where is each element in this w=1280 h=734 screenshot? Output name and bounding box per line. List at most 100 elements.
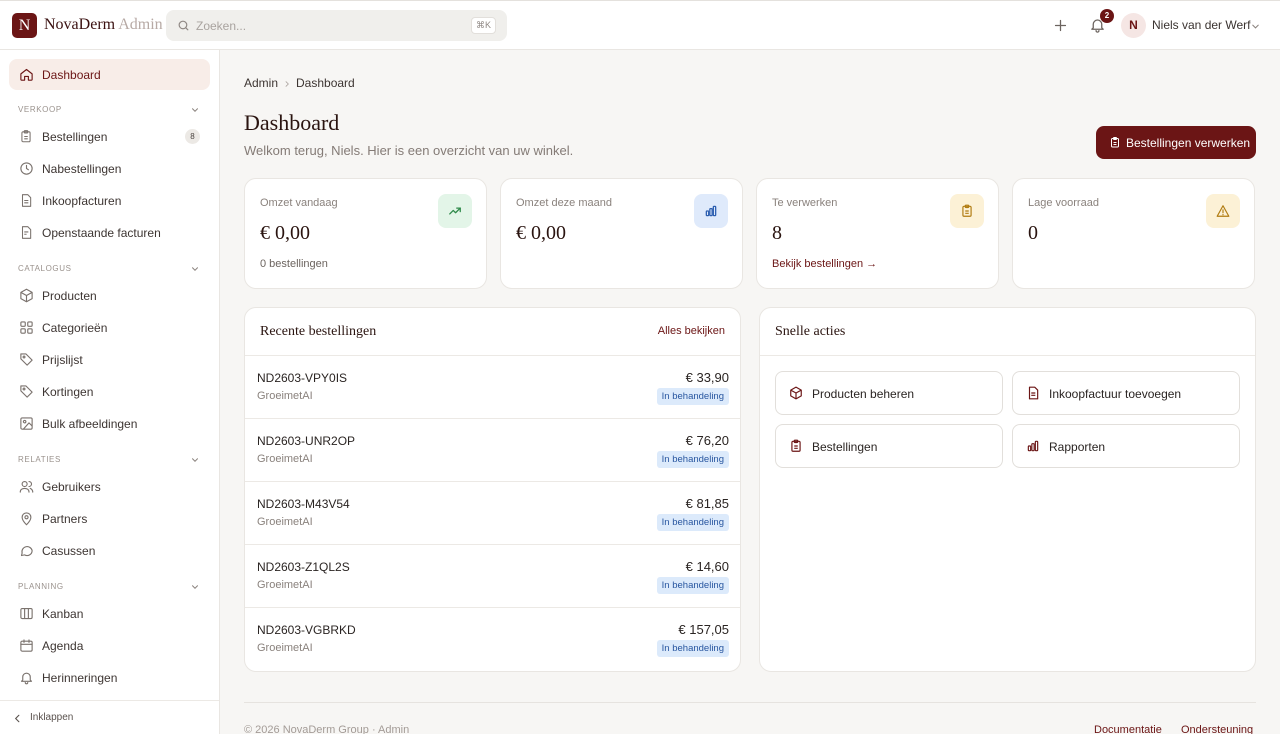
- section-heading-relaties: RELATIES: [18, 455, 61, 464]
- tag-icon: [19, 352, 34, 367]
- stat-card-revenue-month: Omzet deze maand € 0,00: [500, 178, 743, 289]
- add-icon[interactable]: [1052, 17, 1069, 34]
- order-amount: € 157,05: [678, 622, 729, 637]
- order-id[interactable]: ND2603-VPY0IS: [257, 371, 347, 385]
- panel-title: Recente bestellingen: [260, 324, 377, 339]
- sidebar-item-kanban[interactable]: Kanban: [9, 598, 210, 629]
- chevron-down-icon[interactable]: [190, 105, 200, 115]
- collapse-sidebar-button[interactable]: Inklappen: [30, 712, 73, 723]
- reports-button[interactable]: Rapporten: [1012, 424, 1240, 468]
- chevron-left-icon[interactable]: [12, 713, 23, 724]
- sidebar-item-label: Openstaande facturen: [42, 226, 161, 240]
- sidebar-item-categorieen[interactable]: Categorieën: [9, 312, 210, 343]
- invoice-icon: [19, 225, 33, 240]
- panel-header: Recente bestellingen Alles bekijken: [245, 308, 740, 356]
- documentation-link[interactable]: Documentatie: [1094, 724, 1162, 734]
- button-label: Bestellingen verwerken: [1126, 136, 1251, 150]
- search-shortcut-badge: ⌘K: [470, 17, 496, 34]
- sidebar-item-agenda[interactable]: Agenda: [9, 630, 210, 661]
- breadcrumb-dashboard: Dashboard: [296, 76, 355, 90]
- sidebar-item-casussen[interactable]: Casussen: [9, 535, 210, 566]
- table-row[interactable]: ND2603-Z1QL2S GroeimetAI € 14,60 In beha…: [245, 545, 740, 608]
- orders-button[interactable]: Bestellingen: [775, 424, 1003, 468]
- search-icon: [177, 19, 190, 32]
- chevron-right-icon: [283, 80, 291, 88]
- stat-value: € 0,00: [260, 222, 310, 244]
- stat-value: 8: [772, 222, 782, 244]
- button-label: Inkoopfactuur toevoegen: [1049, 387, 1182, 401]
- warning-icon: [1206, 194, 1240, 228]
- breadcrumb-admin[interactable]: Admin: [244, 76, 278, 90]
- button-label: Producten beheren: [812, 387, 915, 401]
- status-badge: In behandeling: [656, 451, 729, 468]
- sidebar-item-producten[interactable]: Producten: [9, 280, 210, 311]
- table-row[interactable]: ND2603-UNR2OP GroeimetAI € 76,20 In beha…: [245, 419, 740, 482]
- stat-card-low-stock: Lage voorraad 0: [1012, 178, 1255, 289]
- status-badge: In behandeling: [656, 388, 729, 405]
- sidebar-item-label: Bestellingen: [42, 130, 108, 144]
- brand-name[interactable]: NovaDerm Admin: [44, 16, 163, 34]
- sidebar-item-partners[interactable]: Partners: [9, 503, 210, 534]
- brand-logo[interactable]: N: [12, 13, 37, 38]
- sidebar-item-inkoopfacturen[interactable]: Inkoopfacturen: [9, 185, 210, 216]
- sidebar-item-label: Casussen: [42, 544, 96, 558]
- search-bar[interactable]: ⌘K: [166, 10, 507, 41]
- stat-value: 0: [1028, 222, 1038, 244]
- clipboard-icon: [19, 129, 33, 144]
- sidebar-item-label: Kortingen: [42, 385, 94, 399]
- chevron-down-icon[interactable]: [1250, 21, 1261, 32]
- sidebar-item-label: Producten: [42, 289, 97, 303]
- footer-divider: [244, 702, 1256, 703]
- order-customer: GroeimetAI: [257, 579, 313, 591]
- sidebar: Dashboard VERKOOP Bestellingen 8 Nabeste…: [0, 50, 220, 734]
- sidebar-item-label: Inkoopfacturen: [42, 194, 122, 208]
- sidebar-item-kortingen[interactable]: Kortingen: [9, 376, 210, 407]
- order-amount: € 33,90: [685, 370, 729, 385]
- clipboard-icon: [1109, 136, 1121, 149]
- process-orders-button[interactable]: Bestellingen verwerken: [1096, 126, 1256, 159]
- trending-up-icon: [438, 194, 472, 228]
- chat-bubble-icon: [19, 543, 34, 558]
- sidebar-item-herinneringen[interactable]: Herinneringen: [9, 662, 210, 693]
- chevron-down-icon[interactable]: [190, 582, 200, 592]
- sidebar-item-bulk-afbeeldingen[interactable]: Bulk afbeeldingen: [9, 408, 210, 439]
- avatar[interactable]: N: [1121, 13, 1146, 38]
- order-customer: GroeimetAI: [257, 390, 313, 402]
- sidebar-item-label: Bulk afbeeldingen: [42, 417, 138, 431]
- package-icon: [19, 288, 34, 303]
- sidebar-item-dashboard[interactable]: Dashboard: [9, 59, 210, 90]
- document-icon: [19, 193, 33, 208]
- quick-actions-panel: Snelle acties Producten beheren Inkoopfa…: [759, 307, 1256, 672]
- status-badge: In behandeling: [656, 514, 729, 531]
- chevron-down-icon[interactable]: [190, 264, 200, 274]
- footer-copyright: © 2026 NovaDerm Group · Admin: [244, 724, 410, 734]
- sidebar-item-nabestellingen[interactable]: Nabestellingen: [9, 153, 210, 184]
- location-pin-icon: [19, 511, 34, 526]
- search-input[interactable]: [196, 16, 446, 35]
- notifications-count-badge: 2: [1100, 9, 1114, 23]
- add-purchase-invoice-button[interactable]: Inkoopfactuur toevoegen: [1012, 371, 1240, 415]
- manage-products-button[interactable]: Producten beheren: [775, 371, 1003, 415]
- order-id[interactable]: ND2603-VGBRKD: [257, 623, 356, 637]
- stat-label: Te verwerken: [772, 197, 838, 209]
- order-id[interactable]: ND2603-M43V54: [257, 497, 350, 511]
- user-name[interactable]: Niels van der Werf: [1152, 18, 1250, 32]
- view-all-link[interactable]: Alles bekijken: [658, 325, 725, 337]
- sidebar-item-label: Dashboard: [42, 68, 101, 82]
- table-row[interactable]: ND2603-VPY0IS GroeimetAI € 33,90 In beha…: [245, 356, 740, 419]
- calendar-icon: [19, 638, 34, 653]
- order-customer: GroeimetAI: [257, 453, 313, 465]
- order-id[interactable]: ND2603-UNR2OP: [257, 434, 355, 448]
- image-icon: [19, 416, 34, 431]
- table-row[interactable]: ND2603-VGBRKD GroeimetAI € 157,05 In beh…: [245, 608, 740, 671]
- chevron-down-icon[interactable]: [190, 455, 200, 465]
- sidebar-item-gebruikers[interactable]: Gebruikers: [9, 471, 210, 502]
- table-row[interactable]: ND2603-M43V54 GroeimetAI € 81,85 In beha…: [245, 482, 740, 545]
- stat-footnote: 0 bestellingen: [260, 258, 328, 270]
- support-link[interactable]: Ondersteuning: [1181, 724, 1253, 734]
- sidebar-item-bestellingen[interactable]: Bestellingen 8: [9, 121, 210, 152]
- view-orders-link[interactable]: Bekijk bestellingen →: [772, 258, 877, 270]
- sidebar-item-prijslijst[interactable]: Prijslijst: [9, 344, 210, 375]
- order-id[interactable]: ND2603-Z1QL2S: [257, 560, 350, 574]
- sidebar-item-openstaande-facturen[interactable]: Openstaande facturen: [9, 217, 210, 248]
